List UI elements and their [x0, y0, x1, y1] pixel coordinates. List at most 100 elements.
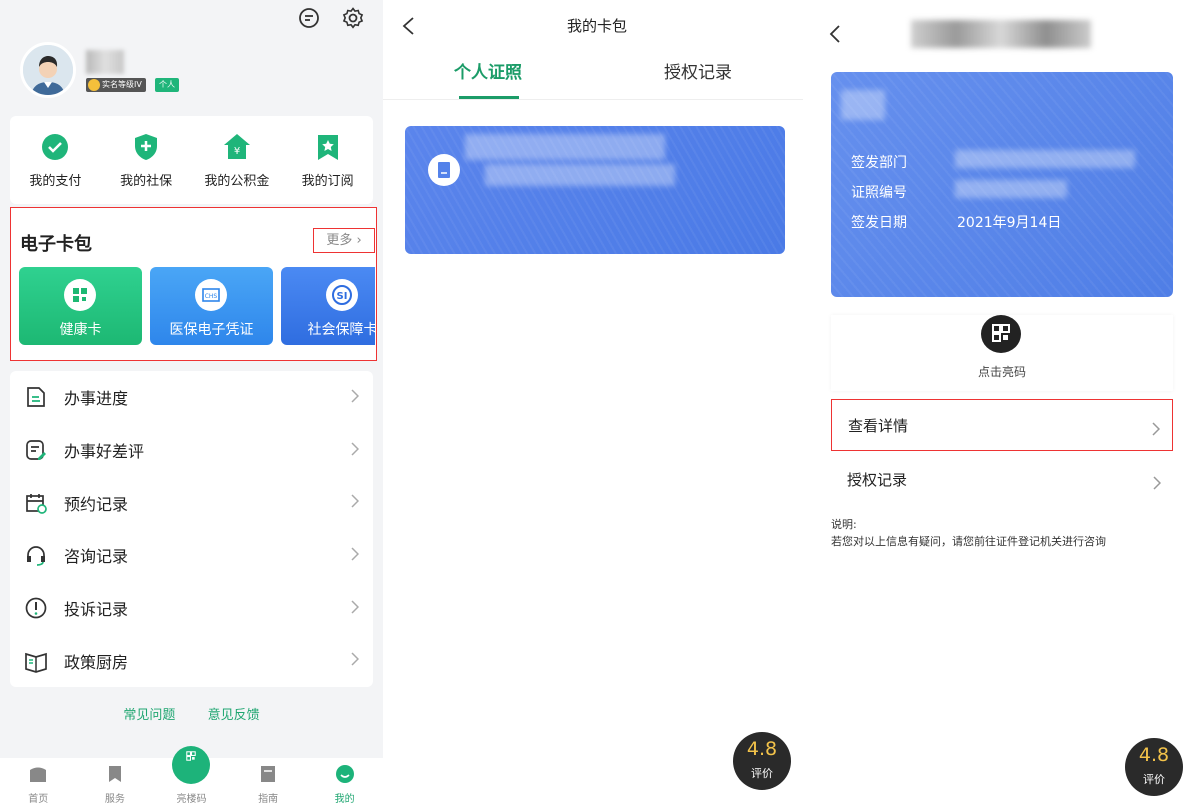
rating-label: 评价 [1143, 773, 1165, 786]
house-yen-icon: ¥ [223, 134, 250, 159]
more-button[interactable]: 更多 › [313, 228, 375, 253]
svg-text:CHS: CHS [205, 293, 218, 300]
note-title: 说明: [831, 518, 857, 531]
chevron-right-icon [1153, 476, 1161, 490]
blurred-department-value [955, 150, 1135, 168]
health-card-icon [64, 279, 96, 311]
book-icon [25, 652, 47, 673]
menu-item-label: 办事进度 [64, 389, 129, 409]
shortcut-my-payment[interactable]: 我的支付 [10, 116, 101, 204]
home-icon [30, 767, 47, 782]
field-key: 证照编号 [851, 185, 907, 201]
shortcut-label: 我的订阅 [301, 174, 354, 189]
authorization-records-label: 授权记录 [847, 471, 908, 489]
feedback-link[interactable]: 意见反馈 [208, 708, 260, 723]
license-detail-card: 签发部门 证照编号 签发日期 2021年9月14日 [831, 72, 1173, 297]
tab-services[interactable]: 服务 [77, 758, 154, 806]
blurred-card-name [841, 90, 885, 120]
menu-item-label: 投诉记录 [64, 600, 129, 620]
alert-circle-icon [25, 597, 47, 619]
top-icons [297, 6, 365, 30]
menu-item-policy-kitchen[interactable]: 政策厨房 [10, 634, 373, 687]
tab-mine[interactable]: 我的 [306, 758, 383, 806]
menu-item-consultations[interactable]: 咨询记录 [10, 529, 373, 582]
view-details-row[interactable]: 查看详情 [831, 399, 1173, 451]
show-code-button[interactable]: 点击亮码 [831, 315, 1173, 391]
e-card-row: 健康卡 CHS 医保电子凭证 SI 社会保障卡 [19, 267, 375, 347]
gear-icon[interactable] [341, 6, 365, 30]
footer-links: 常见问题 意见反馈 [0, 704, 383, 723]
e-card-wallet-title: 电子卡包 [20, 234, 92, 255]
blurred-card-title [465, 134, 665, 160]
qr-code-icon [172, 746, 211, 784]
field-value: 2021年9月14日 [957, 215, 1062, 231]
authorization-records-row[interactable]: 授权记录 [831, 454, 1173, 506]
wallet-tabs: 个人证照 授权记录 [383, 50, 803, 100]
view-details-label: 查看详情 [848, 417, 909, 435]
tab-home[interactable]: 首页 [0, 758, 77, 806]
level-badge: 实名等级IV [86, 78, 146, 92]
shortcut-card: 我的支付 我的社保 ¥ 我的公积金 我的订阅 [10, 116, 373, 204]
menu-item-label: 办事好差评 [64, 442, 145, 462]
chevron-right-icon [351, 494, 359, 508]
si-icon: SI [326, 279, 358, 311]
bookmark-star-icon [317, 135, 338, 160]
e-card-medical-insurance[interactable]: CHS 医保电子凭证 [150, 267, 273, 345]
message-icon[interactable] [297, 6, 321, 30]
back-arrow-icon[interactable] [829, 24, 841, 44]
rating-value: 4.8 [1138, 744, 1170, 766]
rating-badge[interactable]: 4.8 评价 [733, 732, 791, 790]
e-card-health[interactable]: 健康卡 [19, 267, 142, 345]
blurred-card-subtitle [485, 164, 675, 186]
headset-icon [27, 546, 45, 567]
tab-label: 首页 [28, 794, 49, 805]
rating-label: 评价 [751, 767, 773, 780]
e-card-social-security[interactable]: SI 社会保障卡 [281, 267, 375, 345]
mine-icon [335, 765, 354, 783]
menu-item-progress[interactable]: 办事进度 [10, 371, 373, 424]
shortcut-my-subscription[interactable]: 我的订阅 [282, 116, 373, 204]
svg-text:¥: ¥ [234, 146, 240, 157]
page-title: 我的卡包 [566, 17, 627, 35]
chevron-right-icon [351, 442, 359, 456]
e-card-label: 社会保障卡 [307, 322, 376, 338]
avatar[interactable] [20, 42, 76, 98]
screens-container: 实名等级IV 个人 我的支付 我的社保 ¥ 我的公积金 我的订阅 电子卡包 更多… [0, 0, 1193, 806]
field-issuing-department: 签发部门 [851, 152, 957, 172]
tab-label: 我的 [334, 794, 355, 805]
shortcut-my-housing-fund[interactable]: ¥ 我的公积金 [192, 116, 283, 204]
tab-personal-licenses[interactable]: 个人证照 [383, 50, 593, 99]
show-code-label: 点击亮码 [977, 365, 1026, 379]
chevron-right-icon [351, 389, 359, 403]
tab-authorization-records[interactable]: 授权记录 [593, 50, 803, 99]
explanation-note: 说明: 若您对以上信息有疑问，请您前往证件登记机关进行咨询 [831, 516, 1106, 550]
tab-guide[interactable]: 指南 [230, 758, 307, 806]
field-issue-date: 签发日期 2021年9月14日 [851, 212, 1061, 232]
menu-item-complaints[interactable]: 投诉记录 [10, 582, 373, 635]
field-license-number: 证照编号 [851, 182, 957, 202]
shield-plus-icon [135, 134, 158, 160]
tab-label: 亮楼码 [176, 794, 207, 805]
shortcut-my-social-security[interactable]: 我的社保 [101, 116, 192, 204]
check-circle-icon [42, 134, 69, 160]
e-card-label: 健康卡 [59, 322, 102, 338]
menu-item-label: 政策厨房 [64, 652, 129, 672]
shortcut-label: 我的社保 [120, 174, 173, 189]
bookmark-icon [108, 766, 121, 782]
rating-value: 4.8 [746, 738, 778, 760]
rating-badge[interactable]: 4.8 评价 [1125, 738, 1183, 796]
menu-item-appointments[interactable]: 预约记录 [10, 476, 373, 529]
field-key: 签发部门 [851, 155, 907, 171]
more-label: 更多 [326, 233, 353, 248]
shortcut-label: 我的公积金 [204, 174, 270, 189]
document-icon [428, 154, 460, 186]
menu-item-review[interactable]: 办事好差评 [10, 424, 373, 477]
blurred-page-title [911, 20, 1091, 48]
tab-code[interactable]: 亮楼码 [153, 746, 230, 806]
license-detail-screen: 签发部门 证照编号 签发日期 2021年9月14日 点击亮码 查看详情 授权记录 [803, 0, 1193, 806]
chevron-right-icon [351, 547, 359, 561]
faq-link[interactable]: 常见问题 [123, 708, 175, 723]
e-card-wallet-section: 电子卡包 更多 › 健康卡 CHS 医保电子凭证 SI 社会保障卡 [10, 207, 377, 361]
license-card[interactable] [405, 126, 785, 254]
e-card-label: 医保电子凭证 [169, 322, 254, 338]
